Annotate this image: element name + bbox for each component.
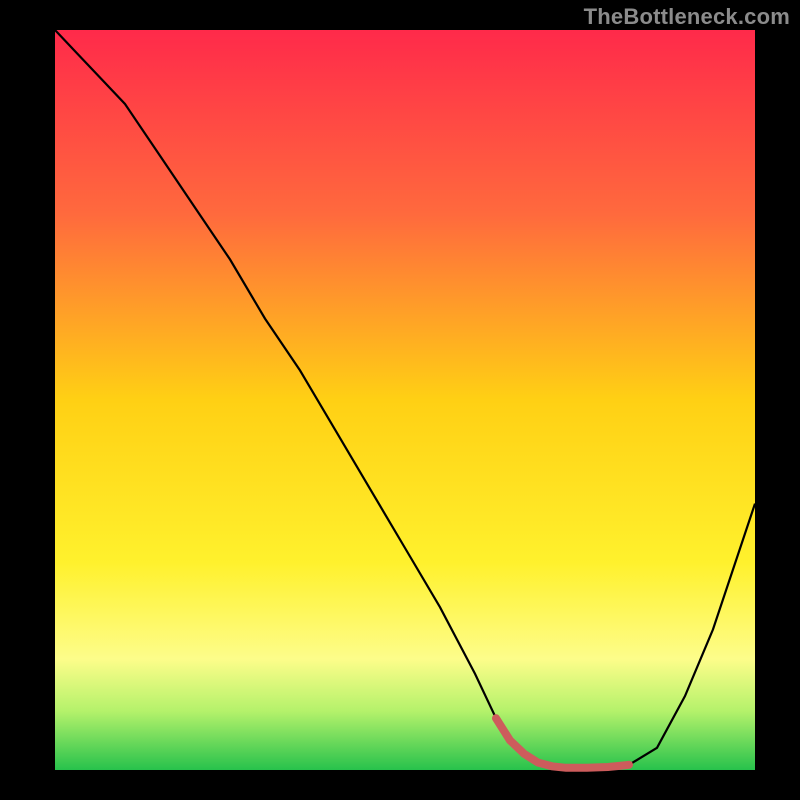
bottleneck-chart <box>0 0 800 800</box>
plot-background <box>55 30 755 770</box>
chart-frame: { "watermark": "TheBottleneck.com", "cha… <box>0 0 800 800</box>
watermark-text: TheBottleneck.com <box>584 4 790 30</box>
